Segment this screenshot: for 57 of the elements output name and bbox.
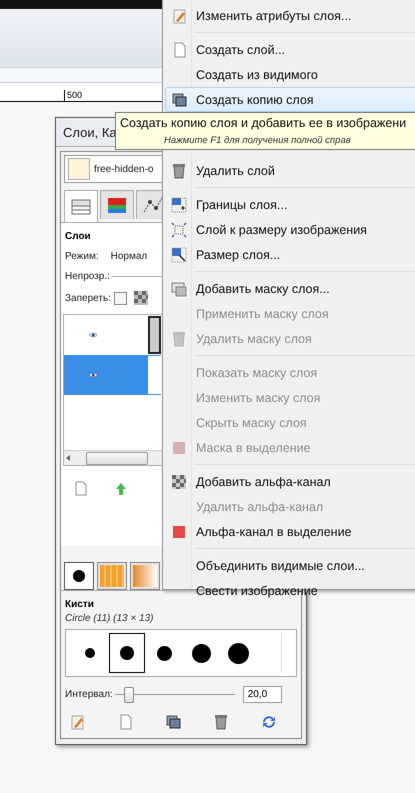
duplicate-icon: [171, 92, 187, 108]
tooltip-text: Создать копию слоя и добавить ее в изображени: [120, 116, 408, 130]
eye-icon[interactable]: [89, 330, 98, 340]
menu-item[interactable]: Удалить слой: [165, 158, 415, 183]
tooltip-hint: Нажмите F1 для получения полной справ: [164, 135, 352, 146]
slider-thumb[interactable]: [124, 686, 134, 702]
ruler-label: 500: [64, 90, 82, 101]
gradients-tab[interactable]: [130, 562, 160, 590]
fit-canvas-icon: [171, 222, 187, 238]
pencil-icon: [171, 8, 187, 24]
brush-preview[interactable]: [109, 633, 145, 673]
lock-label: Запереть:: [65, 292, 111, 304]
scroll-left-icon[interactable]: [64, 454, 72, 462]
menu-item[interactable]: Размер слоя...: [165, 242, 415, 267]
checkerboard-icon: [171, 474, 187, 490]
mode-label: Режим:: [65, 251, 99, 262]
layers-tab[interactable]: [64, 190, 98, 222]
trash-icon: [171, 330, 187, 346]
trash-icon[interactable]: [213, 714, 229, 730]
eye-icon[interactable]: [89, 370, 98, 380]
new-page-icon[interactable]: [75, 481, 87, 496]
checkerboard-icon[interactable]: [134, 291, 148, 305]
spacing-label: Интервал:: [65, 689, 113, 700]
menu-item[interactable]: Изменить атрибуты слоя...: [165, 3, 415, 28]
menu-item[interactable]: Альфа-канал в выделение: [165, 519, 415, 544]
menu-item[interactable]: Создать из видимого: [165, 62, 415, 87]
trash-icon: [171, 162, 187, 178]
brushes-tab[interactable]: [64, 562, 94, 590]
alpha-selection-icon: [171, 524, 187, 540]
panel-title: Кисти: [65, 599, 94, 610]
spacing-field[interactable]: 20,0: [242, 686, 282, 703]
duplicate-icon[interactable]: [165, 714, 181, 730]
menu-item[interactable]: Слой к размеру изображения: [165, 217, 415, 242]
pencil-icon[interactable]: [69, 714, 85, 730]
menu-item[interactable]: Добавить альфа-канал: [165, 469, 415, 494]
image-thumbnail: [68, 158, 90, 180]
panel-title: Слои: [65, 231, 91, 242]
menu-item[interactable]: Создать слой...: [165, 37, 415, 62]
mode-dropdown[interactable]: Нормал: [110, 251, 148, 262]
up-arrow-icon[interactable]: [115, 482, 127, 496]
layer-thumbnail: [148, 356, 161, 394]
opacity-label: Непрозр.:: [65, 271, 110, 282]
resize-icon: [171, 246, 187, 262]
menu-item[interactable]: Создать копию слоя: [165, 87, 415, 112]
menu-item[interactable]: Добавить маску слоя...: [165, 276, 415, 301]
menu-item[interactable]: Свести изображение: [165, 578, 415, 603]
refresh-icon[interactable]: [261, 714, 277, 730]
layer-thumbnail: [148, 316, 161, 354]
lock-checkbox[interactable]: [114, 292, 127, 304]
mask-icon: [171, 280, 187, 296]
mask-selection-icon: [171, 440, 187, 456]
menu-item[interactable]: Объединить видимые слои...: [165, 553, 415, 578]
layer-boundary-icon: [171, 196, 187, 212]
channels-tab[interactable]: [100, 190, 134, 219]
brush-name: Circle (11) (13 × 13): [65, 613, 154, 624]
menu-item[interactable]: Границы слоя...: [165, 192, 415, 217]
scrollbar-thumb[interactable]: [86, 452, 148, 464]
